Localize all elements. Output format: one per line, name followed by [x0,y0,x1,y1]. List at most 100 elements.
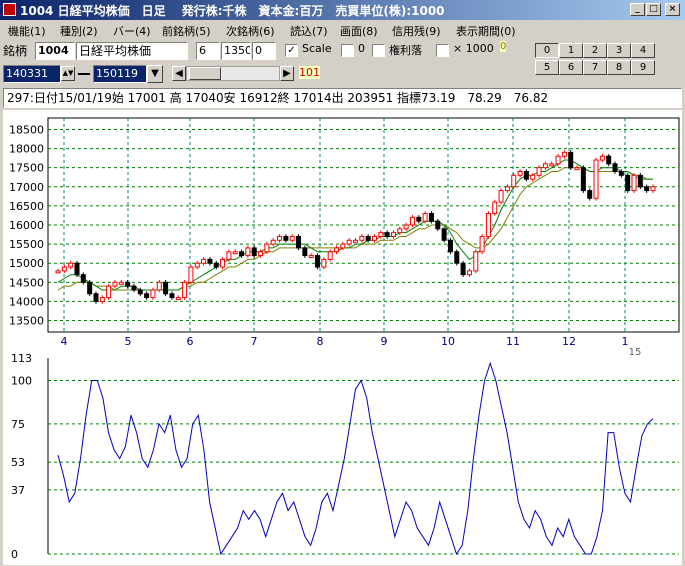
candle-body [188,266,194,283]
menu-period[interactable]: 表示期間(0) [456,23,516,39]
scroll-right-button[interactable]: ▶ [280,66,294,81]
price-y-tick-label: 14500 [9,276,44,289]
candle-body [283,235,289,241]
month-label: 12 [562,335,576,348]
close-button[interactable]: × [665,3,680,16]
to-date-dropdown-button[interactable]: ▼ [147,65,163,83]
chart-background [3,110,682,565]
num-button-0[interactable]: 0 [535,43,559,58]
menu-screen[interactable]: 画面(8) [340,23,378,39]
candle-body [365,235,371,241]
candle-body [93,293,99,302]
num-button-2[interactable]: 2 [583,43,607,58]
menu-load[interactable]: 読込(7) [290,23,328,39]
candle-body [245,247,251,257]
month-label: 6 [187,335,194,348]
param1-input[interactable]: 6 [196,42,220,60]
candle-body [466,270,472,276]
num-button-7[interactable]: 7 [583,60,607,75]
candle-body [213,262,219,268]
param3-input[interactable]: 0 [252,42,276,60]
candle-body [371,235,377,241]
num-button-5[interactable]: 5 [535,60,559,75]
candle-body [68,262,74,268]
num-button-8[interactable]: 8 [607,60,631,75]
candle-body [397,228,403,234]
num-button-4[interactable]: 4 [631,43,655,58]
candle-body [580,167,586,192]
zero-checkbox[interactable] [341,44,354,57]
x1000-label: × 1000 [453,42,494,55]
menu-prev-stock[interactable]: 前銘柄(5) [162,23,211,39]
candle-body [435,220,441,230]
window-title: 1004 日経平均株価 日足 発行株:千株 資本金:百万 売買単位(株):100… [20,4,445,18]
x1000-checkbox[interactable] [436,44,449,57]
range-scrollbar[interactable] [186,66,280,81]
candle-body [422,213,428,222]
param2-input[interactable]: 1350 [221,42,251,60]
menu-type[interactable]: 種別(2) [60,23,98,39]
from-date-input[interactable]: 140331 [3,65,61,83]
menu-bar-setting[interactable]: バー(4) [113,23,151,39]
candle-body [251,247,257,257]
candle-body [302,247,308,257]
toolbar-row-2: 140331 ▲▼ 150119 ▼ ◀ ▶ 101 5 6 7 8 9 [0,60,685,85]
candle-body [390,232,396,237]
maximize-button[interactable]: □ [646,3,661,16]
price-y-tick-label: 15500 [9,238,44,251]
kenri-checkbox[interactable] [372,44,385,57]
candle-body [277,235,283,241]
candle-body [612,163,618,173]
candle-body [359,235,365,241]
app-icon [3,3,16,16]
candle-body [599,155,605,161]
candle-body [403,224,409,230]
candle-body [378,232,384,237]
kenri-label: 権利落 [389,44,422,57]
price-y-tick-label: 18500 [9,123,44,136]
candle-body [74,262,80,276]
candle-body [239,251,245,257]
candle-body [99,297,105,302]
candle-body [289,235,295,241]
candle-body [460,262,466,276]
scale-checkbox[interactable]: ✓ [285,44,298,57]
zero-label: 0 [358,42,365,55]
num-button-6[interactable]: 6 [559,60,583,75]
to-date-input[interactable]: 150119 [93,65,147,83]
minimize-button[interactable]: _ [630,3,645,16]
candle-body [625,174,631,192]
candle-body [561,151,567,157]
candle-body [296,235,302,249]
candle-body [106,285,112,299]
candle-body [523,171,529,180]
candle-body [416,216,422,222]
scrollbar-thumb[interactable] [189,67,221,80]
menu-function[interactable]: 機能(1) [8,23,46,39]
candle-body [587,190,593,199]
candle-body [498,190,504,203]
price-y-tick-label: 13500 [9,315,44,328]
price-y-tick-label: 17500 [9,162,44,175]
candle-body [479,235,485,253]
candle-body [542,163,548,169]
candle-body [264,243,270,253]
num-button-9[interactable]: 9 [631,60,655,75]
scroll-left-button[interactable]: ◀ [172,66,186,81]
menu-margin[interactable]: 信用残(9) [392,23,441,39]
month-label: 10 [441,335,455,348]
num-button-3[interactable]: 3 [607,43,631,58]
candle-body [182,281,188,299]
candle-body [353,239,358,243]
code-input[interactable]: 1004 [35,42,75,60]
price-y-tick-label: 15000 [9,257,44,270]
menu-next-stock[interactable]: 次銘柄(6) [226,23,275,39]
toolbar-row-1: 銘柄 1004 日経平均株価 6 1350 0 ✓ Scale 0 権利落 × … [0,40,685,62]
name-input[interactable]: 日経平均株価 [76,42,188,60]
candle-body [384,232,390,237]
num-button-1[interactable]: 1 [559,43,583,58]
from-date-spinner[interactable]: ▲▼ [61,66,75,81]
oscillator-y-tick-label: 100 [11,375,32,388]
candle-body [593,159,599,199]
menu-bar: 機能(1) 種別(2) バー(4) 前銘柄(5) 次銘柄(6) 読込(7) 画面… [0,20,685,40]
